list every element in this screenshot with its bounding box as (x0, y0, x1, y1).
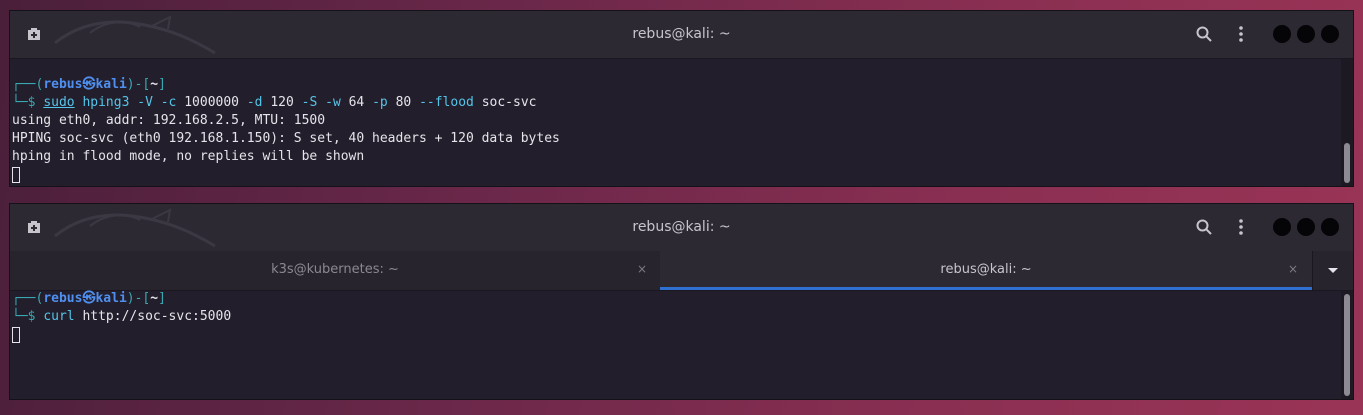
prompt-dir: ~ (150, 77, 159, 92)
prompt-close: ] (158, 77, 166, 92)
terminal-output[interactable]: ┌──(rebus㉿kali)-[~] └─$ curl http://soc-… (10, 290, 1353, 344)
prompt-line-1: ┌──(rebus㉿kali)-[~] (12, 76, 1353, 94)
search-icon[interactable] (1195, 25, 1213, 43)
cmd-tool: curl (43, 309, 75, 324)
cmd-arg: 120 (270, 95, 294, 110)
prompt-mid: )-[ (126, 291, 151, 306)
tab-close-icon[interactable]: × (637, 263, 647, 275)
text-cursor (12, 167, 20, 183)
output-line: hping in flood mode, no replies will be … (12, 149, 365, 164)
cmd-arg: http://soc-svc:5000 (82, 309, 232, 324)
prompt-open: ┌──( (12, 77, 44, 92)
terminal-window-bottom[interactable]: rebus@kali: ~ k3s@kubernetes: ~ × rebus@… (9, 203, 1354, 400)
cursor-line (12, 326, 1353, 344)
search-icon[interactable] (1195, 218, 1213, 236)
output-line: using eth0, addr: 192.168.2.5, MTU: 1500 (12, 113, 326, 128)
tab-rebus-kali[interactable]: rebus@kali: ~ × (660, 251, 1312, 290)
window-title: rebus@kali: ~ (632, 26, 731, 42)
window-controls (1273, 218, 1339, 237)
prompt-line-1: ┌──(rebus㉿kali)-[~] (12, 290, 1353, 308)
prompt-host: kali (95, 291, 127, 306)
prompt-at: ㉿ (82, 77, 96, 92)
text-cursor (12, 327, 20, 343)
prompt-host: kali (95, 77, 127, 92)
prompt-at: ㉿ (82, 291, 96, 306)
scrollbar-thumb[interactable] (1344, 143, 1350, 183)
cmd-arg: 80 (395, 95, 412, 110)
cmd-flag: -d (246, 95, 263, 110)
command-line: └─$ curl http://soc-svc:5000 (12, 308, 1353, 326)
cmd-flag: -V (137, 95, 153, 110)
cmd-flag: --flood (419, 95, 474, 110)
cmd-flag: -w (325, 95, 341, 110)
command-line: └─$ sudo hping3 -V -c 1000000 -d 120 -S … (12, 94, 1353, 112)
terminal-output[interactable]: ┌──(rebus㉿kali)-[~] └─$ sudo hping3 -V -… (10, 76, 1353, 184)
maximize-button[interactable] (1297, 25, 1315, 43)
prompt-line-2: └─$ (12, 95, 44, 110)
window-controls (1273, 25, 1339, 44)
cmd-flag: -p (372, 95, 388, 110)
prompt-mid: )-[ (126, 77, 151, 92)
tab-close-icon[interactable]: × (1288, 263, 1298, 275)
cmd-arg: 64 (348, 95, 365, 110)
menu-kebab-icon[interactable] (1232, 218, 1250, 236)
prompt-open: ┌──( (12, 291, 44, 306)
cursor-line (12, 166, 1353, 184)
scrollbar-thumb[interactable] (1344, 294, 1350, 396)
tab-label: k3s@kubernetes: ~ (271, 262, 399, 277)
cmd-flag: -S (301, 95, 318, 110)
title-bar[interactable]: rebus@kali: ~ (10, 204, 1353, 252)
cmd-arg: soc-svc (481, 95, 537, 110)
output-line: HPING soc-svc (eth0 192.168.1.150): S se… (12, 131, 560, 146)
minimize-button[interactable] (1273, 25, 1291, 43)
menu-kebab-icon[interactable] (1232, 25, 1250, 43)
title-bar[interactable]: rebus@kali: ~ (10, 11, 1353, 59)
tab-list-dropdown-button[interactable] (1312, 251, 1353, 290)
tab-label: rebus@kali: ~ (940, 262, 1032, 277)
close-button[interactable] (1321, 25, 1339, 43)
tab-bar: k3s@kubernetes: ~ × rebus@kali: ~ × (10, 251, 1353, 291)
prompt-line-2: └─$ (12, 309, 44, 324)
prompt-user: rebus (43, 77, 83, 92)
minimize-button[interactable] (1273, 218, 1291, 236)
cmd-arg: 1000000 (184, 95, 240, 110)
close-button[interactable] (1321, 218, 1339, 236)
prompt-dir: ~ (150, 291, 159, 306)
cmd-tool: hping3 (82, 95, 130, 110)
cmd-sudo: sudo (43, 95, 75, 110)
window-title: rebus@kali: ~ (632, 219, 731, 235)
prompt-user: rebus (43, 291, 83, 306)
terminal-window-top[interactable]: rebus@kali: ~ ┌──(rebus㉿kali)-[~] └─$ su… (9, 10, 1354, 187)
maximize-button[interactable] (1297, 218, 1315, 236)
cmd-flag: -c (160, 95, 177, 110)
chevron-down-icon (1328, 268, 1338, 273)
prompt-close: ] (158, 291, 166, 306)
tab-k3s-kubernetes[interactable]: k3s@kubernetes: ~ × (10, 251, 660, 290)
